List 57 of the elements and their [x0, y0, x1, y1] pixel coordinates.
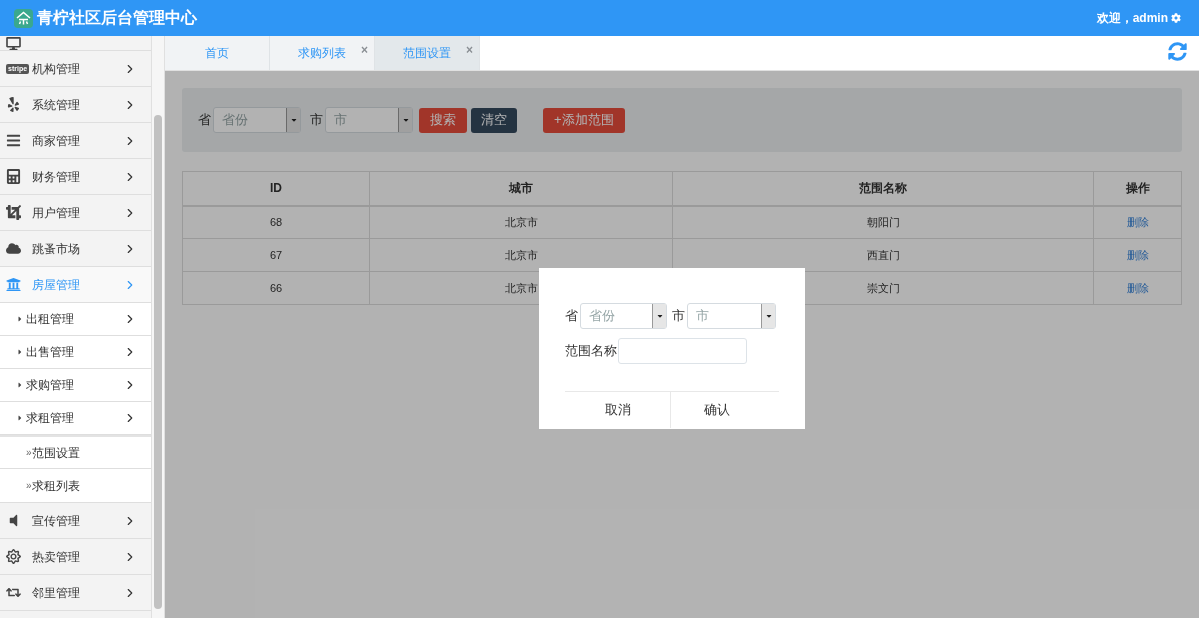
tab-label: 求购列表 [298, 45, 346, 62]
sun-icon [6, 549, 21, 564]
clear-button[interactable]: 清空 [471, 107, 517, 133]
tab-label: 范围设置 [403, 45, 451, 62]
caret-icon [289, 116, 298, 124]
retweet-icon [6, 585, 21, 600]
calculator-icon [6, 169, 21, 184]
caret-icon [17, 315, 23, 323]
table-cell: 67 [182, 238, 370, 272]
monitor-icon [6, 37, 21, 50]
logo-icon [14, 8, 33, 28]
caret-icon [17, 348, 23, 356]
confirm-button[interactable]: 确认 [670, 392, 779, 428]
bullet-mark: » [26, 479, 32, 491]
field-label: 市 [310, 111, 323, 130]
table-cell: 朝阳门 [672, 205, 1094, 239]
field-label: 省 [565, 307, 578, 326]
delete-link[interactable]: 删除 [1126, 216, 1149, 229]
welcome-text: 欢迎，admin [1096, 10, 1168, 27]
column-header: ID [182, 171, 370, 206]
table-cell: 68 [182, 205, 370, 239]
app-title: 青柠社区后台管理中心 [37, 8, 198, 28]
crop-icon [6, 205, 21, 220]
table-cell: 66 [182, 271, 370, 305]
scrollbar-thumb[interactable] [154, 115, 162, 609]
bullet-mark: » [26, 446, 32, 460]
caret-icon [17, 381, 23, 389]
sidebar-subitem[interactable]: 出租管理 [0, 303, 151, 336]
column-header: 城市 [369, 171, 673, 206]
caret-icon [655, 312, 664, 320]
caret-icon [401, 116, 410, 124]
sidebar-subitem[interactable]: 求购管理 [0, 369, 151, 402]
tab-label: 首页 [205, 45, 229, 62]
cancel-button[interactable]: 取消 [565, 392, 670, 428]
table-cell: 北京市 [369, 205, 673, 239]
bank-icon [6, 277, 21, 292]
delete-link[interactable]: 删除 [1126, 282, 1149, 294]
delete-link[interactable]: 删除 [1126, 249, 1149, 261]
field-label: 范围名称 [565, 342, 617, 361]
sidebar-subitem[interactable]: »范围设置 [0, 435, 151, 469]
cloud-icon [6, 241, 21, 256]
column-header: 范围名称 [672, 171, 1094, 206]
menu-icon [6, 133, 21, 148]
yelp-icon [6, 97, 21, 112]
caret-icon [764, 312, 773, 320]
sidebar-subitem[interactable]: 求租管理 [0, 402, 151, 435]
caret-icon [17, 414, 23, 422]
column-header: 操作 [1093, 171, 1182, 206]
range-name-field[interactable] [618, 338, 747, 364]
field-label: 市 [672, 307, 685, 326]
settings-icon[interactable] [1171, 13, 1181, 23]
sidebar-subitem[interactable]: »求租列表 [0, 469, 151, 503]
sidebar-subitem[interactable]: 出售管理 [0, 336, 151, 369]
sidebar-label: 求租列表 [31, 477, 80, 495]
sidebar-label: 范围设置 [31, 444, 80, 462]
refresh-icon[interactable] [1168, 42, 1187, 61]
field-label: 省 [198, 111, 211, 130]
